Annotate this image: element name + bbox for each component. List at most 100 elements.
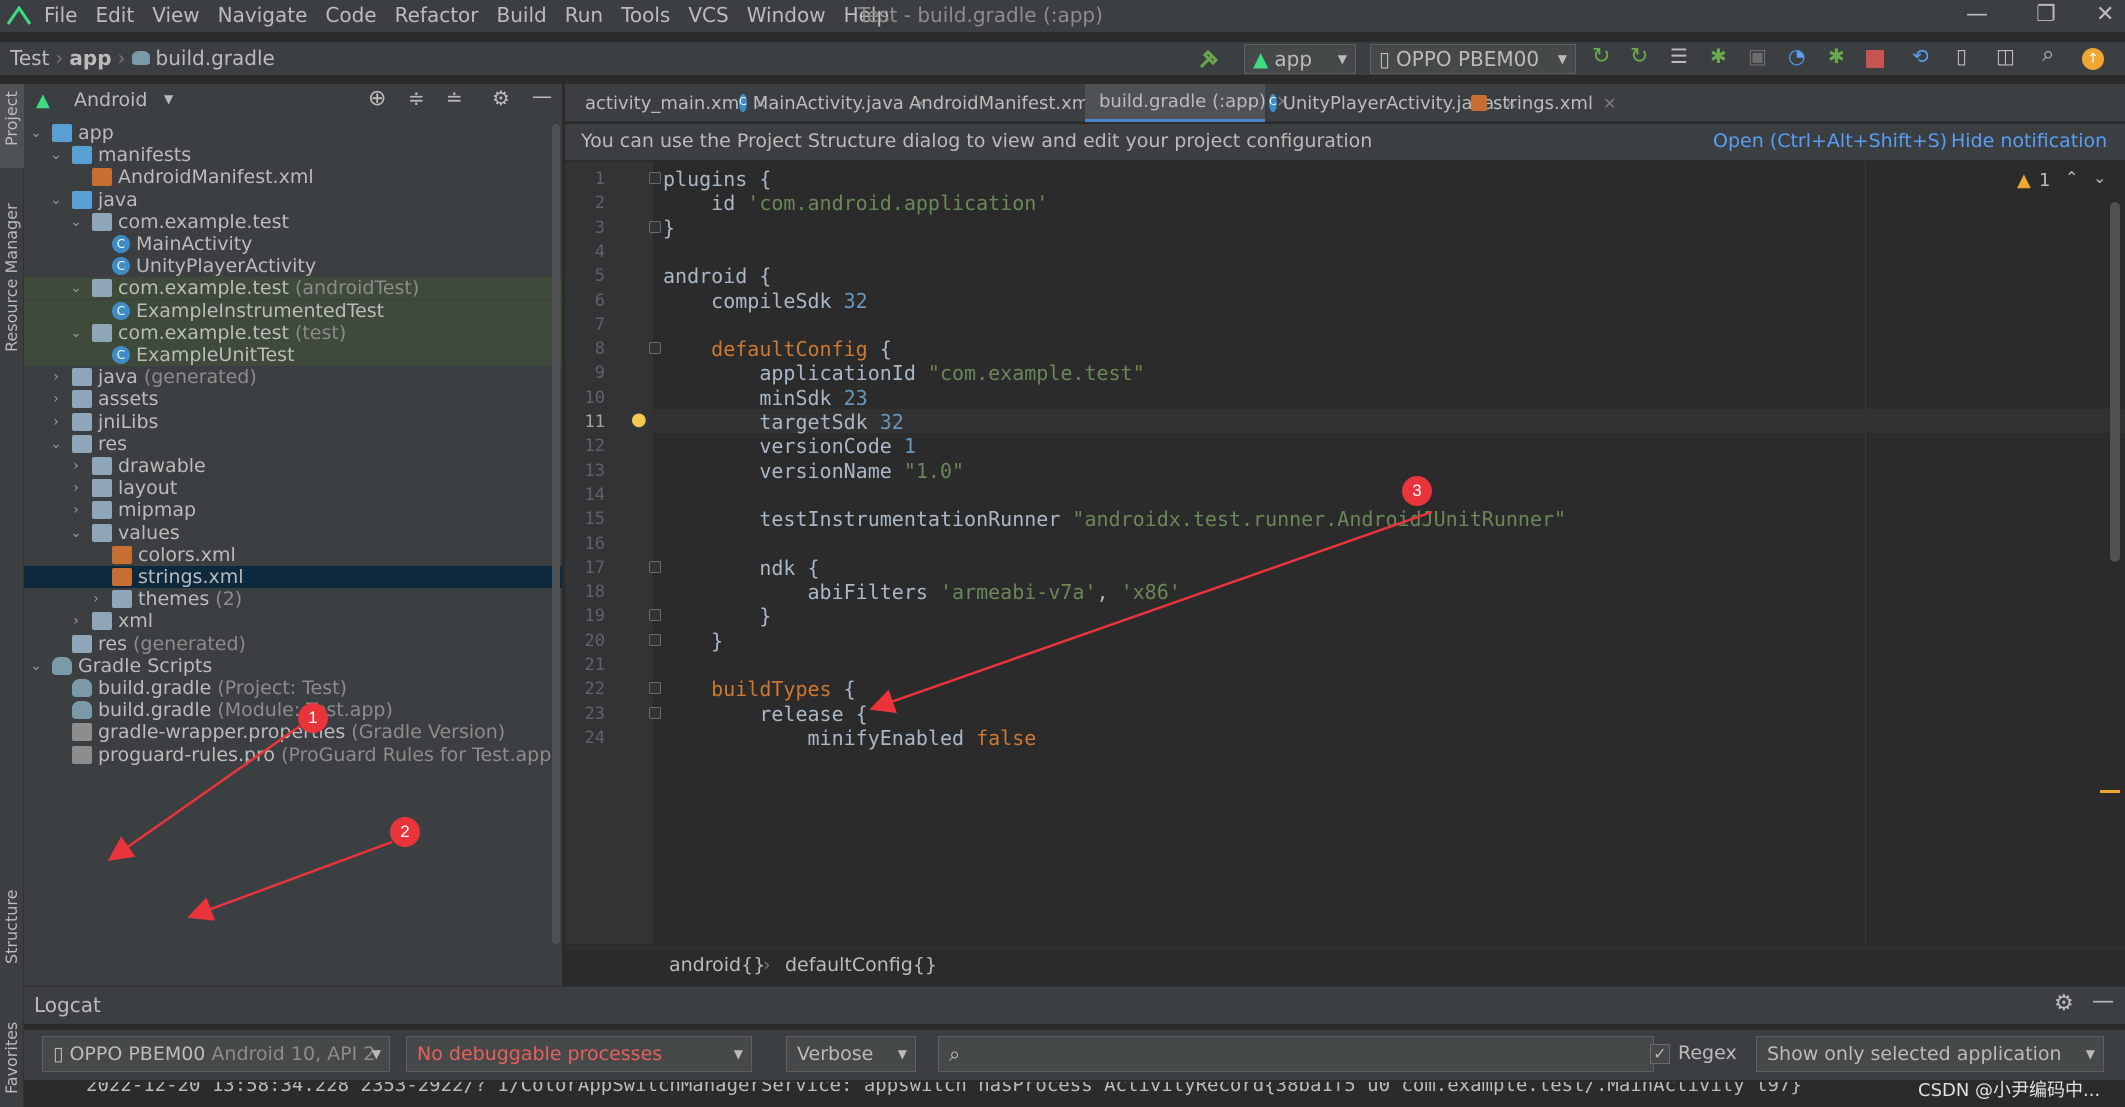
chevron-down-icon[interactable]: ⌄ xyxy=(48,436,64,452)
code-line[interactable]: applicationId "com.example.test" xyxy=(663,361,1144,385)
code-line[interactable]: release { xyxy=(663,702,867,726)
favorites-tool-tab[interactable]: Favorites xyxy=(2,1022,21,1094)
menu-code[interactable]: Code xyxy=(325,3,376,27)
chevron-down-icon[interactable]: ⌄ xyxy=(48,192,64,208)
fold-marker-icon[interactable] xyxy=(649,342,661,355)
structure-tool-tab[interactable]: Structure xyxy=(2,890,21,964)
tree-item[interactable]: ⌄ java xyxy=(24,189,562,211)
chevron-right-icon[interactable]: › xyxy=(68,458,84,474)
run-list-icon[interactable]: ☰ xyxy=(1670,44,1692,68)
tree-item[interactable]: › jniLibs xyxy=(24,411,562,433)
fold-marker-icon[interactable] xyxy=(649,633,661,646)
tree-item[interactable]: › xml xyxy=(24,610,562,632)
chevron-down-icon[interactable]: ⌄ xyxy=(68,280,84,296)
expand-all-icon[interactable]: ≑ xyxy=(408,86,425,110)
close-window-button[interactable]: ✕ xyxy=(2096,2,2114,27)
crumb-project[interactable]: Test xyxy=(10,46,49,70)
menu-refactor[interactable]: Refactor xyxy=(395,3,479,27)
tree-item[interactable]: colors.xml xyxy=(24,544,562,566)
crumb-defaultconfig-block[interactable]: defaultConfig{} xyxy=(785,954,937,976)
code-line[interactable]: versionName "1.0" xyxy=(663,459,964,483)
sdk-manager-icon[interactable]: ◫ xyxy=(1996,44,2018,68)
tree-item[interactable]: res (generated) xyxy=(24,633,562,655)
chevron-down-icon[interactable]: ▼ xyxy=(164,92,173,106)
search-icon[interactable]: ⌕ xyxy=(2042,42,2064,67)
attach-bug-icon[interactable]: ✱ xyxy=(1828,44,1850,68)
minimize-button[interactable]: — xyxy=(1966,2,1988,27)
chevron-down-icon[interactable]: ⌄ xyxy=(68,525,84,541)
close-tab-icon[interactable]: ✕ xyxy=(1603,94,1616,113)
code-line[interactable]: buildTypes { xyxy=(663,677,856,701)
chevron-down-icon[interactable]: ⌄ xyxy=(28,125,44,141)
regex-checkbox[interactable]: ✓ xyxy=(1650,1044,1670,1064)
log-level-select[interactable]: Verbose ▼ xyxy=(786,1036,916,1072)
tree-item[interactable]: proguard-rules.pro (ProGuard Rules for Te… xyxy=(24,744,562,766)
tree-item[interactable]: › themes (2) xyxy=(24,588,562,610)
tree-item[interactable]: C MainActivity xyxy=(24,233,562,255)
hammer-build-icon[interactable] xyxy=(1198,48,1220,70)
code-line[interactable]: ndk { xyxy=(663,556,819,580)
code-editor[interactable]: 1 2 3 4 5 6 7 8 9 10 11 12 13 14 15 16 17 18 19 20 21 22 23 24 ●… xyxy=(565,162,2125,944)
apply-code-changes-icon[interactable]: ↻ xyxy=(1630,44,1652,69)
menu-window[interactable]: Window xyxy=(747,3,826,27)
menu-tools[interactable]: Tools xyxy=(621,3,670,27)
collapse-all-icon[interactable]: ≐ xyxy=(446,86,463,110)
process-filter-select[interactable]: No debuggable processes ▼ xyxy=(406,1036,752,1072)
tree-item[interactable]: › java (generated) xyxy=(24,366,562,388)
chevron-down-icon[interactable]: ⌄ xyxy=(68,325,84,341)
chevron-right-icon[interactable]: › xyxy=(68,480,84,496)
fold-marker-icon[interactable] xyxy=(649,682,661,695)
tree-item[interactable]: ⌄ manifests xyxy=(24,144,562,166)
view-mode-select[interactable]: Android xyxy=(74,89,147,111)
update-arrow-icon[interactable]: ↑ xyxy=(2082,48,2104,70)
menu-run[interactable]: Run xyxy=(565,3,603,27)
chevron-up-icon[interactable]: ⌃ xyxy=(2065,168,2078,187)
menu-view[interactable]: View xyxy=(152,3,199,27)
chevron-right-icon[interactable]: › xyxy=(68,502,84,518)
code-line[interactable]: minifyEnabled false xyxy=(663,726,1036,750)
tree-item[interactable]: ⌄ res xyxy=(24,433,562,455)
editor-tab[interactable]: C UnityPlayerActivity.java ✕ xyxy=(1261,84,1518,122)
chevron-down-icon[interactable]: ⌄ xyxy=(48,147,64,163)
tree-item[interactable]: ⌄ com.example.test xyxy=(24,211,562,233)
log-search-input[interactable]: ⌕ xyxy=(938,1036,1654,1072)
editor-tab[interactable]: strings.xml ✕ xyxy=(1463,84,1621,122)
editor-tab[interactable]: C MainActivity.java ✕ xyxy=(731,84,927,122)
hide-panel-icon[interactable]: — xyxy=(532,84,552,108)
gear-icon[interactable]: ⚙ xyxy=(492,86,510,110)
debug-bug-icon[interactable]: ✱ xyxy=(1710,44,1732,68)
code-line[interactable]: } xyxy=(663,216,675,240)
tree-item[interactable]: ⌄ values xyxy=(24,522,562,544)
tree-item[interactable]: ⌄ com.example.test (test) xyxy=(24,321,562,344)
editor-tab[interactable]: activity_main.xml ✕ xyxy=(571,84,768,122)
crumb-android-block[interactable]: android{} xyxy=(669,954,765,976)
resource-manager-tool-tab[interactable]: Resource Manager xyxy=(2,203,21,352)
menu-file[interactable]: File xyxy=(44,3,77,27)
code-line[interactable]: } xyxy=(663,629,723,653)
apply-changes-restart-icon[interactable]: ↻ xyxy=(1592,44,1614,69)
tree-item[interactable]: › assets xyxy=(24,388,562,410)
chevron-down-icon[interactable]: ⌄ xyxy=(28,658,44,674)
fold-marker-icon[interactable] xyxy=(649,706,661,719)
tree-item[interactable]: build.gradle (Project: Test) xyxy=(24,677,562,699)
fold-marker-icon[interactable] xyxy=(649,609,661,622)
hide-panel-icon[interactable]: — xyxy=(2092,989,2114,1014)
fold-marker-icon[interactable] xyxy=(649,220,661,233)
code-line[interactable]: id 'com.android.application' xyxy=(663,191,1048,215)
maximize-button[interactable]: ❐ xyxy=(2036,2,2056,27)
open-project-structure-link[interactable]: Open (Ctrl+Alt+Shift+S) xyxy=(1713,130,1947,152)
tree-item[interactable]: ⌄ app xyxy=(24,122,562,144)
tree-item[interactable]: C UnityPlayerActivity xyxy=(24,255,562,277)
hide-notification-link[interactable]: Hide notification xyxy=(1951,130,2107,152)
code-line[interactable]: android { xyxy=(663,264,771,288)
device-filter-select[interactable]: ▯ OPPO PBEM00 Android 10, API 2 ▼ xyxy=(42,1036,390,1072)
tree-item[interactable]: strings.xml xyxy=(24,566,562,588)
device-select[interactable]: ▯ OPPO PBEM00 ▼ xyxy=(1370,44,1576,74)
sync-gradle-icon[interactable]: ⟲ xyxy=(1912,44,1934,68)
chevron-right-icon[interactable]: › xyxy=(68,613,84,629)
chevron-right-icon[interactable]: › xyxy=(48,391,64,407)
menu-navigate[interactable]: Navigate xyxy=(218,3,308,27)
tree-item[interactable]: C ExampleUnitTest xyxy=(24,344,562,366)
fold-marker-icon[interactable] xyxy=(649,172,661,184)
tree-item[interactable]: ⌄ Gradle Scripts xyxy=(24,655,562,677)
